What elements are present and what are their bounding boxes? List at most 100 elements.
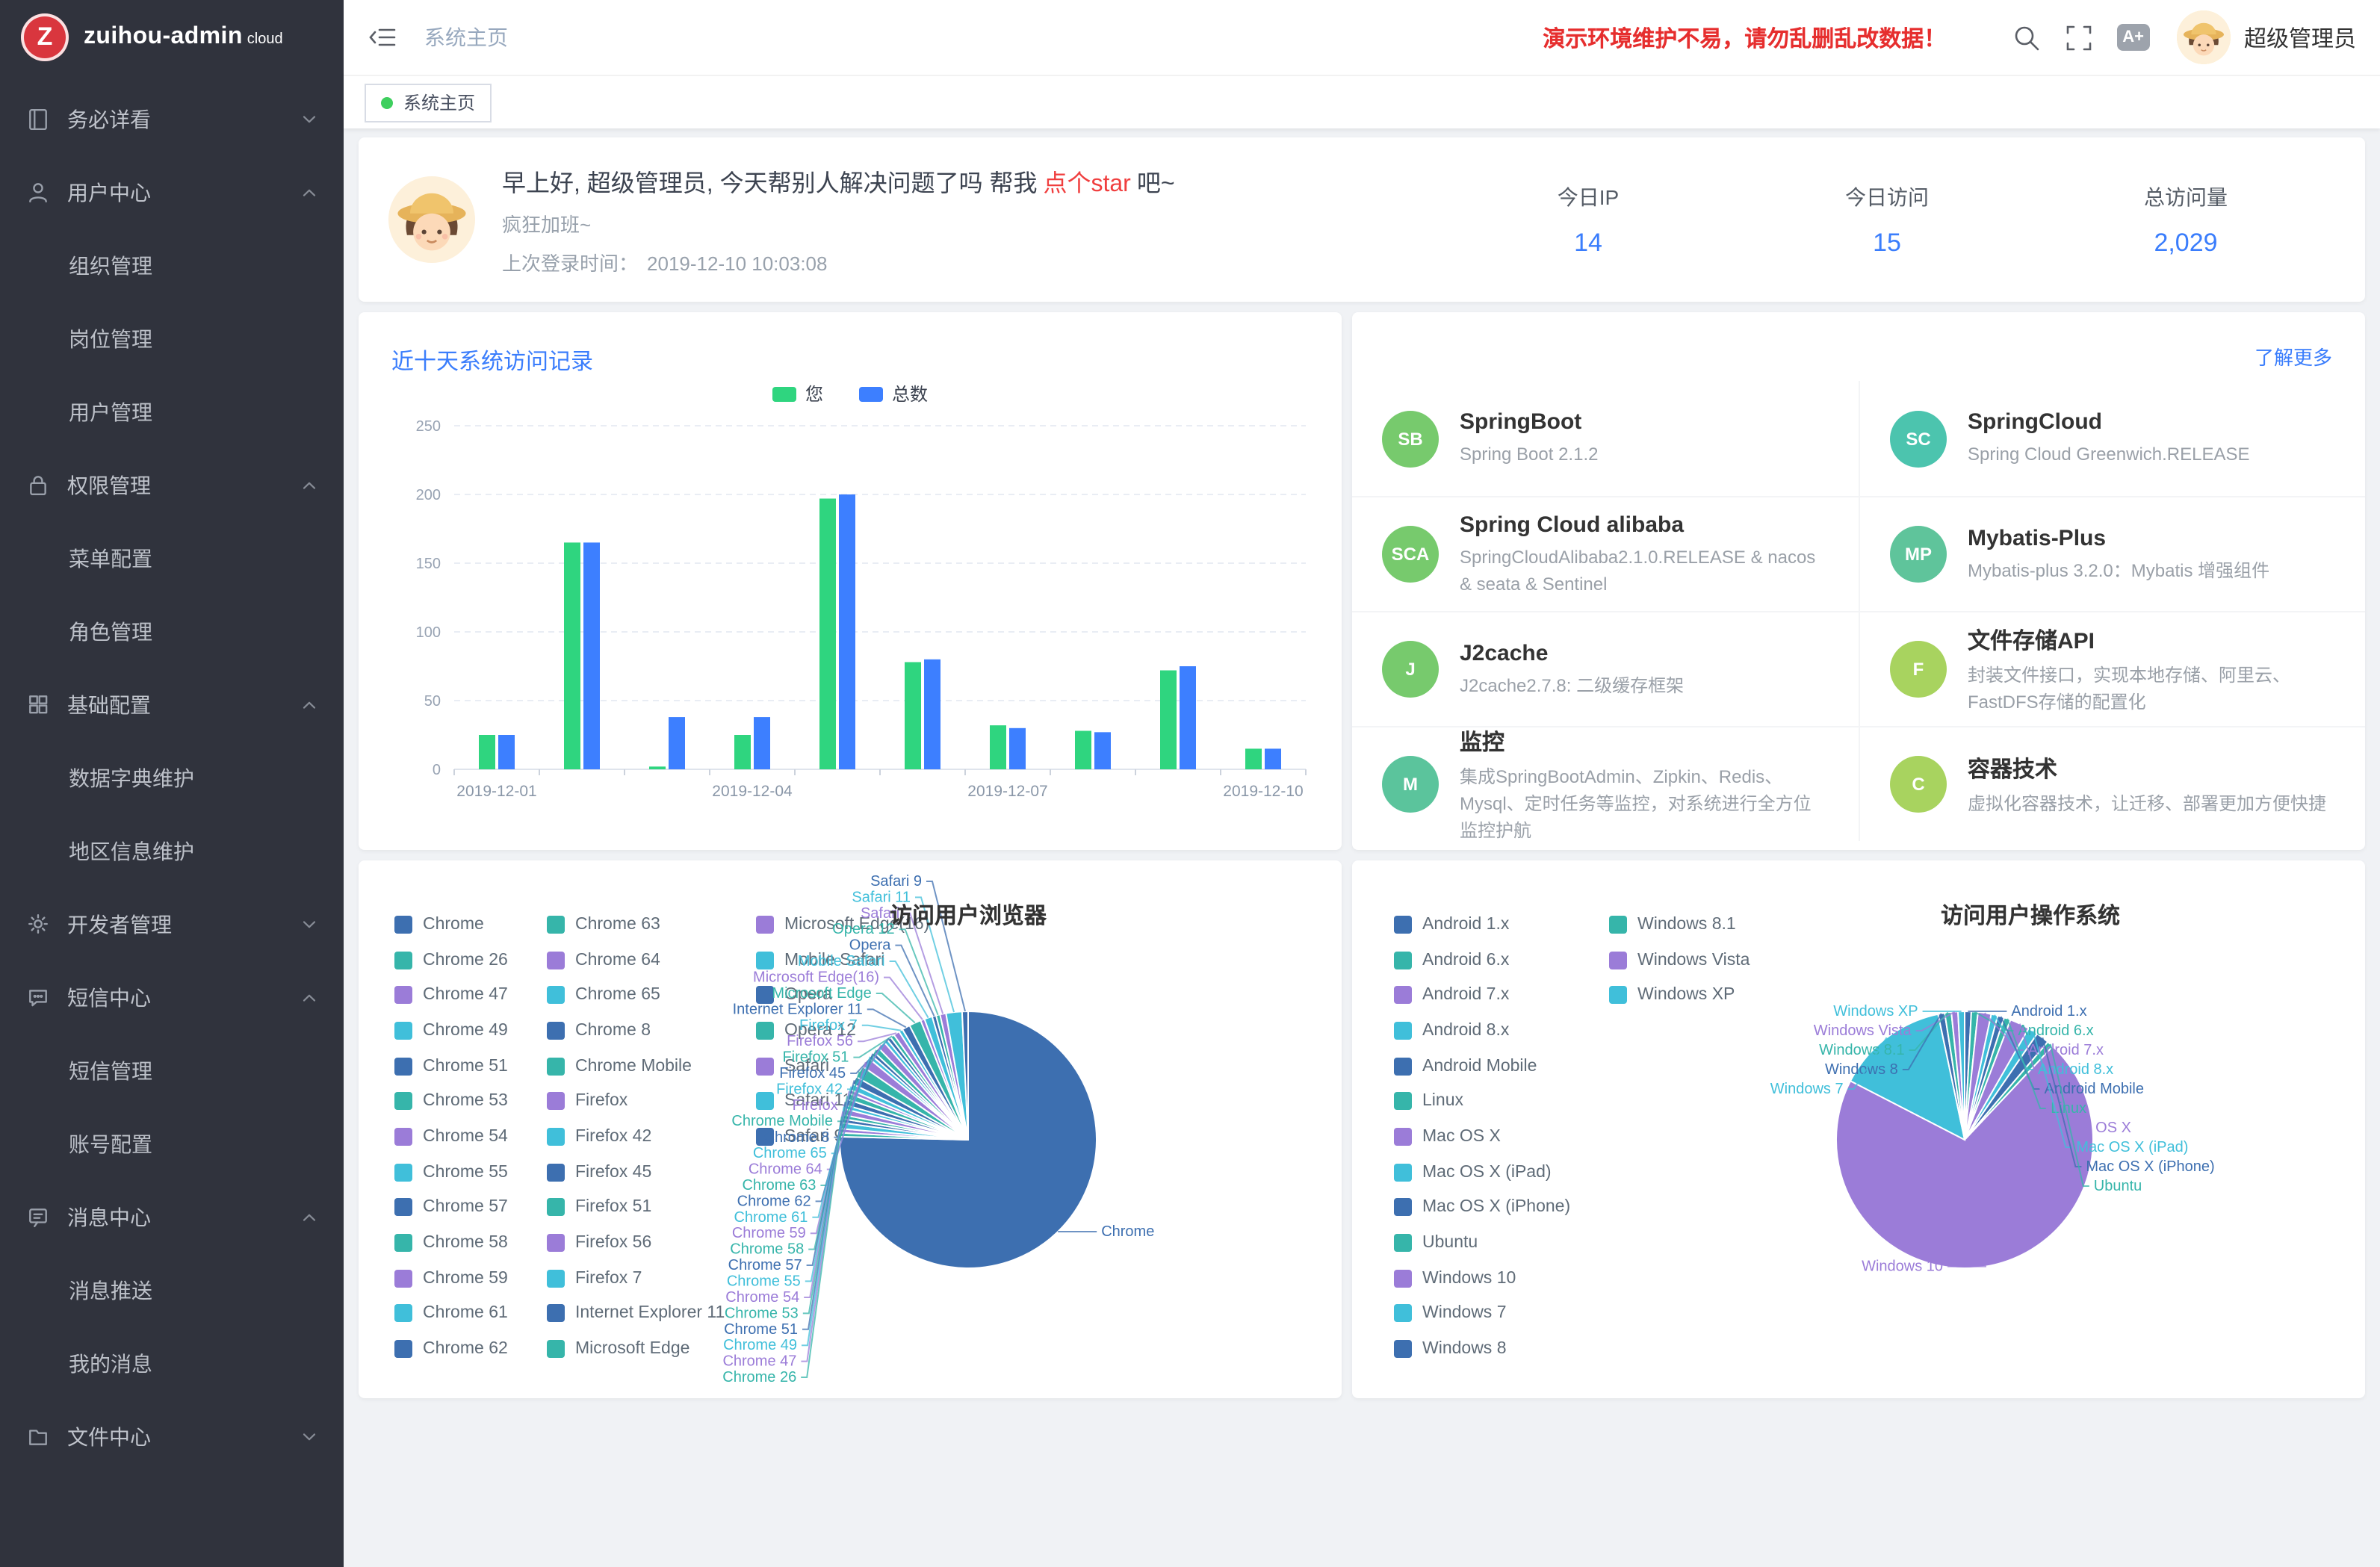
legend-item[interactable]: Chrome 51: [394, 1049, 508, 1084]
legend-item[interactable]: Windows 7: [1394, 1296, 1570, 1331]
sidebar-subitem-user-center-0[interactable]: 组织管理: [0, 229, 344, 302]
feature-badge-icon: SCA: [1382, 526, 1439, 583]
feature-item-1[interactable]: SCSpringCloudSpring Cloud Greenwich.RELE…: [1859, 381, 2365, 496]
legend-item[interactable]: Safari 9: [756, 1119, 929, 1154]
legend-item[interactable]: Opera: [756, 978, 929, 1013]
legend-item[interactable]: Mac OS X: [1394, 1119, 1570, 1154]
legend-item[interactable]: Windows Vista: [1609, 942, 1750, 977]
legend-item[interactable]: Windows 8: [1394, 1332, 1570, 1367]
os-pie-title: 访问用户操作系统: [1941, 899, 2120, 931]
legend-item[interactable]: Android 1.x: [1394, 907, 1570, 942]
search-icon[interactable]: [2012, 23, 2040, 52]
legend-label: Mac OS X (iPhone): [1422, 1199, 1570, 1217]
legend-swatch: [394, 1057, 412, 1075]
tab-home[interactable]: 系统主页: [365, 83, 492, 122]
sidebar-subitem-message-center-1[interactable]: 我的消息: [0, 1326, 344, 1400]
sidebar-item-permission[interactable]: 权限管理: [0, 448, 344, 521]
sidebar-subitem-sms-center-1[interactable]: 账号配置: [0, 1107, 344, 1180]
legend-item[interactable]: Opera 12: [756, 1013, 929, 1048]
legend-item[interactable]: Ubuntu: [1394, 1225, 1570, 1260]
user-avatar[interactable]: [2177, 10, 2231, 64]
feature-item-6[interactable]: M监控集成SpringBootAdmin、Zipkin、Redis、Mysql、…: [1352, 726, 1859, 841]
sidebar-item-basic-config[interactable]: 基础配置: [0, 668, 344, 741]
legend-item[interactable]: Microsoft Edge: [547, 1332, 725, 1367]
brand[interactable]: Z zuihou-admincloud: [0, 0, 344, 75]
sidebar-item-sms-center[interactable]: 短信中心: [0, 961, 344, 1034]
feature-item-4[interactable]: JJ2cacheJ2cache2.7.8: 二级缓存框架: [1352, 611, 1859, 726]
legend-item[interactable]: Safari 11: [756, 1084, 929, 1119]
legend-item[interactable]: Chrome 54: [394, 1119, 508, 1154]
legend-swatch: [547, 1234, 565, 1252]
legend-swatch: [394, 1305, 412, 1323]
legend-item[interactable]: Chrome 49: [394, 1013, 508, 1048]
legend-item[interactable]: Firefox: [547, 1084, 725, 1119]
legend-item[interactable]: Firefox 7: [547, 1261, 725, 1296]
learn-more-link[interactable]: 了解更多: [2255, 342, 2332, 370]
legend-item[interactable]: Android 7.x: [1394, 978, 1570, 1013]
legend-item[interactable]: Chrome 57: [394, 1190, 508, 1225]
legend-item[interactable]: Chrome 55: [394, 1155, 508, 1190]
legend-item[interactable]: Chrome 62: [394, 1332, 508, 1367]
fullscreen-icon[interactable]: [2064, 23, 2092, 52]
legend-item[interactable]: Chrome 8: [547, 1013, 725, 1048]
legend-item[interactable]: Chrome 26: [394, 942, 508, 977]
username[interactable]: 超级管理员: [2244, 22, 2356, 53]
breadcrumb[interactable]: 系统主页: [424, 22, 508, 52]
sidebar-item-user-center[interactable]: 用户中心: [0, 155, 344, 229]
legend-item[interactable]: Chrome 61: [394, 1296, 508, 1331]
font-size-icon[interactable]: A+: [2116, 24, 2150, 51]
feature-desc: 虚拟化容器技术，让迁移、部署更加方便快捷: [1968, 789, 2326, 816]
sidebar-subitem-basic-config-0[interactable]: 数据字典维护: [0, 741, 344, 814]
legend-item[interactable]: Safari: [756, 1049, 929, 1084]
legend-item[interactable]: Chrome 63: [547, 907, 725, 942]
legend-item[interactable]: Chrome 59: [394, 1261, 508, 1296]
legend-item[interactable]: Mac OS X (iPad): [1394, 1155, 1570, 1190]
pie-slice-Mac OS X: [1965, 1020, 2029, 1140]
sidebar-subitem-user-center-1[interactable]: 岗位管理: [0, 302, 344, 375]
legend-item[interactable]: Firefox 42: [547, 1119, 725, 1154]
sidebar-item-must-read[interactable]: 务必详看: [0, 82, 344, 155]
pie-label-Chrome 59: Chrome 59: [732, 1225, 806, 1241]
legend-item[interactable]: Firefox 56: [547, 1225, 725, 1260]
sidebar-subitem-sms-center-0[interactable]: 短信管理: [0, 1034, 344, 1107]
sidebar-item-file-center[interactable]: 文件中心: [0, 1400, 344, 1473]
sidebar-subitem-user-center-2[interactable]: 用户管理: [0, 375, 344, 448]
legend-item[interactable]: Linux: [1394, 1084, 1570, 1119]
sidebar-subitem-basic-config-1[interactable]: 地区信息维护: [0, 814, 344, 887]
legend-item[interactable]: Windows 8.1: [1609, 907, 1750, 942]
browser-legend-col-0: ChromeChrome 26Chrome 47Chrome 49Chrome …: [394, 907, 508, 1367]
star-link[interactable]: 点个star: [1043, 172, 1130, 197]
sidebar-item-message-center[interactable]: 消息中心: [0, 1180, 344, 1253]
legend-item[interactable]: Firefox 45: [547, 1155, 725, 1190]
legend-item[interactable]: Mac OS X (iPhone): [1394, 1190, 1570, 1225]
legend-item[interactable]: Chrome 47: [394, 978, 508, 1013]
legend-item[interactable]: Chrome 53: [394, 1084, 508, 1119]
legend-item[interactable]: Mobile Safari: [756, 942, 929, 977]
sidebar-subitem-permission-1[interactable]: 角色管理: [0, 595, 344, 668]
sidebar-subitem-permission-0[interactable]: 菜单配置: [0, 521, 344, 595]
feature-item-0[interactable]: SBSpringBootSpring Boot 2.1.2: [1352, 381, 1859, 496]
legend-item[interactable]: Chrome: [394, 907, 508, 942]
feature-item-7[interactable]: C容器技术虚拟化容器技术，让迁移、部署更加方便快捷: [1859, 726, 2365, 841]
legend-item[interactable]: Firefox 51: [547, 1190, 725, 1225]
legend-item[interactable]: Chrome 64: [547, 942, 725, 977]
tabbar: 系统主页: [344, 75, 2380, 128]
feature-item-2[interactable]: SCASpring Cloud alibabaSpringCloudAlibab…: [1352, 496, 1859, 611]
legend-item[interactable]: Chrome 65: [547, 978, 725, 1013]
feature-item-3[interactable]: MPMybatis-PlusMybatis-plus 3.2.0：Mybatis…: [1859, 496, 2365, 611]
legend-item[interactable]: Chrome Mobile: [547, 1049, 725, 1084]
feature-item-5[interactable]: F文件存储API封装文件接口，实现本地存储、阿里云、FastDFS存储的配置化: [1859, 611, 2365, 726]
collapse-sidebar-icon[interactable]: [368, 22, 397, 52]
legend-item[interactable]: Android 8.x: [1394, 1013, 1570, 1048]
legend-item[interactable]: Windows 10: [1394, 1261, 1570, 1296]
sidebar-subitem-message-center-0[interactable]: 消息推送: [0, 1253, 344, 1326]
legend-item[interactable]: Android Mobile: [1394, 1049, 1570, 1084]
legend-item[interactable]: Chrome 58: [394, 1225, 508, 1260]
legend-item[interactable]: Internet Explorer 11: [547, 1296, 725, 1331]
legend-label: Firefox 56: [575, 1234, 651, 1252]
legend-item[interactable]: Android 6.x: [1394, 942, 1570, 977]
bar-您-2019-12-03: [649, 766, 666, 769]
legend-item[interactable]: Windows XP: [1609, 978, 1750, 1013]
sidebar-item-developer[interactable]: 开发者管理: [0, 887, 344, 961]
legend-swatch: [1394, 986, 1412, 1004]
